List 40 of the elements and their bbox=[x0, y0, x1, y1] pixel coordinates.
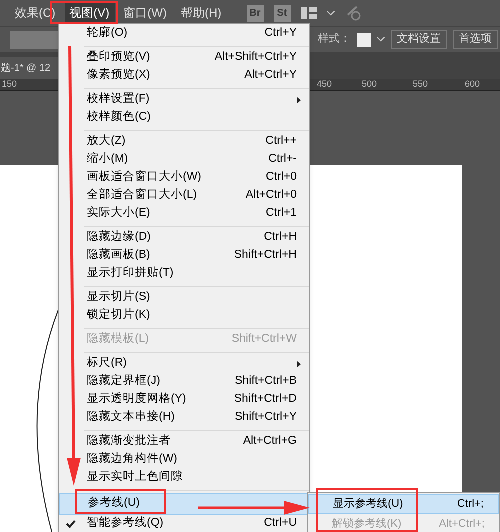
menu-item[interactable]: 显示实时上色间隙 bbox=[59, 469, 309, 487]
ruler-label: 550 bbox=[413, 79, 428, 90]
menu-item[interactable]: 智能参考线(Q) Ctrl+U bbox=[59, 515, 309, 532]
menu-item[interactable]: 显示参考线(U) Ctrl+; bbox=[308, 494, 499, 514]
menu-item[interactable]: 全部适合窗口大小(L) Alt+Ctrl+0 bbox=[59, 187, 309, 205]
layout-icon[interactable] bbox=[300, 7, 317, 19]
style-swatch[interactable] bbox=[357, 32, 371, 46]
menu-item[interactable]: 显示透明度网格(Y) Shift+Ctrl+D bbox=[59, 391, 309, 409]
toolbar-button[interactable]: 文档设置 bbox=[391, 30, 447, 49]
menu-item[interactable]: 隐藏定界框(J) Shift+Ctrl+B bbox=[59, 373, 309, 391]
toolbar-button[interactable]: 首选项 bbox=[453, 30, 498, 49]
checkmark-icon bbox=[66, 520, 76, 528]
menu-title[interactable]: 视图(V) bbox=[64, 3, 115, 23]
style-label: 样式： bbox=[318, 32, 351, 48]
menu-item[interactable]: 校样设置(F) bbox=[59, 91, 309, 109]
menu-item[interactable]: 放大(Z) Ctrl++ bbox=[59, 133, 309, 151]
menu-item[interactable]: 标尺(R) bbox=[59, 355, 309, 373]
menu-item[interactable]: 隐藏文本串接(H) Shift+Ctrl+Y bbox=[59, 409, 309, 427]
menu-item[interactable]: 画板适合窗口大小(W) Ctrl+0 bbox=[59, 169, 309, 187]
menu-item[interactable]: 隐藏画板(B) Shift+Ctrl+H bbox=[59, 247, 309, 265]
ruler-label: 600 bbox=[465, 79, 480, 90]
chevron-down-icon[interactable] bbox=[377, 37, 385, 42]
menu-title[interactable]: 窗口(W) bbox=[118, 3, 172, 23]
menu-item[interactable]: 隐藏渐变批注者 Alt+Ctrl+G bbox=[59, 433, 309, 451]
submenu-arrow-icon bbox=[297, 360, 301, 368]
chevron-down-icon[interactable] bbox=[326, 10, 335, 16]
ruler-label: 450 bbox=[317, 79, 332, 90]
menu-item[interactable]: 锁定切片(K) bbox=[59, 307, 309, 325]
menu-item[interactable]: 缩小(M) Ctrl+- bbox=[59, 151, 309, 169]
menu-title[interactable]: 帮助(H) bbox=[176, 3, 227, 23]
menu-item[interactable]: 隐藏边缘(D) Ctrl+H bbox=[59, 229, 309, 247]
menu-item[interactable]: 校样颜色(C) bbox=[59, 109, 309, 127]
submenu-arrow-icon bbox=[297, 96, 301, 104]
menu-item[interactable]: 实际大小(E) Ctrl+1 bbox=[59, 205, 309, 223]
ruler-label: 500 bbox=[362, 79, 378, 90]
menu-item[interactable]: 显示切片(S) bbox=[59, 289, 309, 307]
ruler-label: 150 bbox=[2, 79, 18, 90]
menu-item[interactable]: 轮廓(O) Ctrl+Y bbox=[59, 25, 309, 43]
menu-item[interactable]: 隐藏边角构件(W) bbox=[59, 451, 309, 469]
menu-item[interactable]: 显示打印拼贴(T) bbox=[59, 265, 309, 283]
